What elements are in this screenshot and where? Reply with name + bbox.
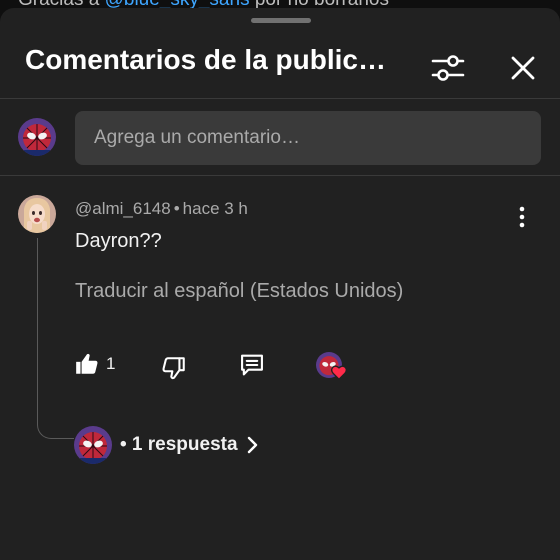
sliders-icon [431, 55, 465, 81]
more-vertical-icon [519, 206, 525, 228]
creator-heart-badge [314, 350, 348, 382]
like-count: 1 [106, 354, 116, 373]
drag-handle[interactable] [251, 18, 311, 23]
commenter-avatar[interactable] [18, 195, 56, 233]
commenter-avatar-image [18, 195, 56, 233]
sheet-title: Comentarios de la public… [25, 44, 386, 75]
thumbs-down-icon [162, 357, 185, 380]
comment-more-button[interactable] [508, 203, 536, 231]
view-replies-button[interactable]: • 1 respuesta [74, 426, 258, 464]
comment-author[interactable]: @almi_6148 [75, 199, 171, 218]
comment-time: hace 3 h [182, 199, 248, 218]
comment-meta: @almi_6148 • hace 3 h [75, 199, 248, 219]
like-button[interactable]: 1 [74, 351, 115, 377]
close-icon [511, 56, 535, 80]
close-button[interactable] [503, 48, 543, 88]
comment-input-placeholder: Agrega un comentario… [94, 127, 300, 148]
comment-text: Dayron?? [75, 230, 162, 252]
reply-count-label: • 1 respuesta [120, 434, 238, 455]
filter-button[interactable] [428, 48, 468, 88]
header-divider [0, 98, 560, 99]
spiderman-reply-avatar-icon [74, 426, 112, 464]
reply-button[interactable] [238, 351, 266, 379]
thread-connector-line [37, 238, 74, 439]
dislike-button[interactable] [161, 355, 187, 381]
translate-link[interactable]: Traducir al español (Estados Unidos) [75, 280, 403, 303]
spiderman-avatar-icon [18, 118, 56, 156]
heart-icon [331, 365, 347, 380]
reply-comment-icon [241, 354, 263, 376]
thumbs-up-icon [76, 353, 98, 374]
reply-author-avatar [74, 426, 112, 464]
meta-separator: • [173, 199, 180, 218]
comments-sheet: Comentarios de la public… Agrega un come… [0, 8, 560, 560]
composer-divider [0, 175, 560, 176]
comment-input[interactable]: Agrega un comentario… [75, 111, 541, 165]
user-avatar[interactable] [18, 118, 56, 156]
chevron-right-icon [246, 436, 258, 454]
